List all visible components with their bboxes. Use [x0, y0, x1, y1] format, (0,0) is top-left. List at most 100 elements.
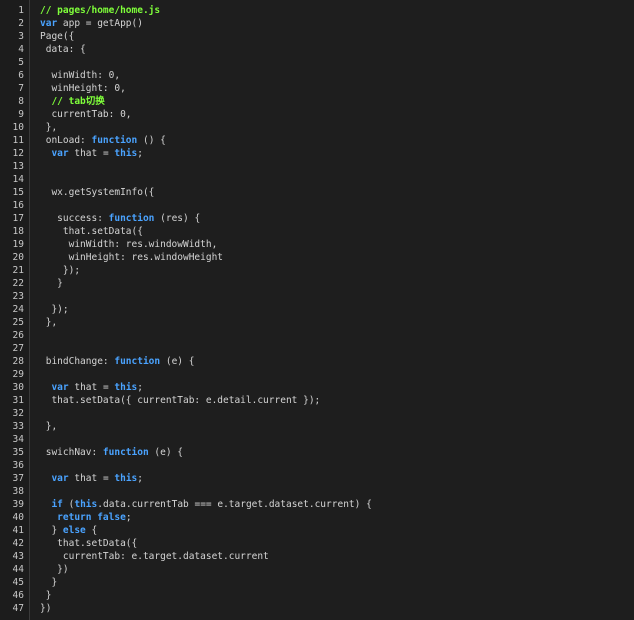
- code-line[interactable]: }): [40, 602, 634, 615]
- code-line[interactable]: [40, 199, 634, 212]
- code-line[interactable]: if (this.data.currentTab === e.target.da…: [40, 498, 634, 511]
- code-text: app = getApp(): [57, 18, 143, 29]
- code-line[interactable]: }: [40, 576, 634, 589]
- code-line[interactable]: } else {: [40, 524, 634, 537]
- code-line[interactable]: [40, 173, 634, 186]
- code-line[interactable]: // pages/home/home.js: [40, 4, 634, 17]
- line-number: 3: [18, 31, 24, 42]
- code-line[interactable]: }: [40, 589, 634, 602]
- line-number: 26: [12, 330, 24, 341]
- line-number: 31: [12, 395, 24, 406]
- line-number: 13: [12, 161, 24, 172]
- line-number: 11: [12, 135, 24, 146]
- line-number: 45: [12, 577, 24, 588]
- code-text: winWidth: res.windowWidth,: [40, 239, 218, 250]
- code-line[interactable]: winHeight: res.windowHeight: [40, 251, 634, 264]
- line-number: 7: [18, 83, 24, 94]
- line-number: 23: [12, 291, 24, 302]
- code-line[interactable]: winHeight: 0,: [40, 82, 634, 95]
- line-number: 40: [12, 512, 24, 523]
- line-number: 6: [18, 70, 24, 81]
- code-text: winHeight: res.windowHeight: [40, 252, 224, 263]
- code-keyword: function: [102, 447, 149, 458]
- code-line[interactable]: [40, 407, 634, 420]
- code-line[interactable]: });: [40, 303, 634, 316]
- code-area[interactable]: // pages/home/home.js var app = getApp() P…: [30, 0, 634, 620]
- line-number: 37: [12, 473, 24, 484]
- code-text: {: [85, 525, 98, 536]
- code-text: (res) {: [154, 213, 201, 224]
- code-line[interactable]: [40, 56, 634, 69]
- code-keyword: var: [51, 382, 69, 393]
- code-line[interactable]: var app = getApp(): [40, 17, 634, 30]
- code-line[interactable]: var that = this;: [40, 147, 634, 160]
- code-text: }: [40, 278, 63, 289]
- code-line[interactable]: // tab切换: [40, 95, 634, 108]
- code-line[interactable]: });: [40, 264, 634, 277]
- code-line[interactable]: success: function (res) {: [40, 212, 634, 225]
- code-text: ;: [137, 473, 144, 484]
- code-text: }: [40, 590, 52, 601]
- line-number: 38: [12, 486, 24, 497]
- code-text: (e) {: [148, 447, 184, 458]
- line-number: 39: [12, 499, 24, 510]
- code-line[interactable]: winWidth: 0,: [40, 69, 634, 82]
- code-editor[interactable]: 1 2 3 4 5 6 7 8 9 10 11 12 13 14 15 16 17 18 19 20 21 22 23 24 2…: [0, 0, 634, 620]
- code-line[interactable]: var that = this;: [40, 381, 634, 394]
- code-line[interactable]: [40, 433, 634, 446]
- line-number: 2: [18, 18, 24, 29]
- line-number: 12: [12, 148, 24, 159]
- code-line[interactable]: [40, 329, 634, 342]
- code-line[interactable]: onLoad: function () {: [40, 134, 634, 147]
- code-text: wx.getSystemInfo({: [40, 187, 155, 198]
- line-number: 47: [12, 603, 24, 614]
- code-line[interactable]: winWidth: res.windowWidth,: [40, 238, 634, 251]
- code-line[interactable]: currentTab: 0,: [40, 108, 634, 121]
- code-line[interactable]: },: [40, 316, 634, 329]
- code-line[interactable]: var that = this;: [40, 472, 634, 485]
- line-number: 42: [12, 538, 24, 549]
- code-line[interactable]: that.setData({ currentTab: e.detail.curr…: [40, 394, 634, 407]
- code-line[interactable]: }): [40, 563, 634, 576]
- code-text: (e) {: [160, 356, 195, 367]
- code-line[interactable]: that.setData({: [40, 225, 634, 238]
- line-number: 25: [12, 317, 24, 328]
- code-line[interactable]: wx.getSystemInfo({: [40, 186, 634, 199]
- code-text: }): [40, 564, 69, 575]
- line-number: 33: [12, 421, 24, 432]
- code-text: }: [40, 525, 63, 536]
- line-number: 29: [12, 369, 24, 380]
- line-number: 36: [12, 460, 24, 471]
- line-number: 17: [12, 213, 24, 224]
- code-line[interactable]: },: [40, 420, 634, 433]
- code-line[interactable]: data: {: [40, 43, 634, 56]
- code-line[interactable]: [40, 485, 634, 498]
- code-line[interactable]: that.setData({: [40, 537, 634, 550]
- code-line[interactable]: [40, 368, 634, 381]
- code-text: that.setData({ currentTab: e.detail.curr…: [40, 395, 321, 406]
- code-comment: // tab切换: [40, 96, 105, 107]
- code-line[interactable]: }: [40, 277, 634, 290]
- line-number: 14: [12, 174, 24, 185]
- code-line[interactable]: [40, 290, 634, 303]
- code-line[interactable]: [40, 342, 634, 355]
- code-line[interactable]: Page({: [40, 30, 634, 43]
- line-number: 15: [12, 187, 24, 198]
- code-line[interactable]: [40, 459, 634, 472]
- code-line[interactable]: currentTab: e.target.dataset.current: [40, 550, 634, 563]
- code-keyword: function: [114, 356, 161, 367]
- code-line[interactable]: [40, 160, 634, 173]
- line-number: 41: [12, 525, 24, 536]
- code-line[interactable]: swichNav: function (e) {: [40, 446, 634, 459]
- line-number: 19: [12, 239, 24, 250]
- code-text: swichNav:: [40, 447, 103, 458]
- line-number: 5: [18, 57, 24, 68]
- line-number: 27: [12, 343, 24, 354]
- code-keyword: this: [114, 382, 138, 393]
- code-line[interactable]: bindChange: function (e) {: [40, 355, 634, 368]
- code-line[interactable]: },: [40, 121, 634, 134]
- code-line[interactable]: return false;: [40, 511, 634, 524]
- code-text: success:: [40, 213, 109, 224]
- line-number: 9: [18, 109, 24, 120]
